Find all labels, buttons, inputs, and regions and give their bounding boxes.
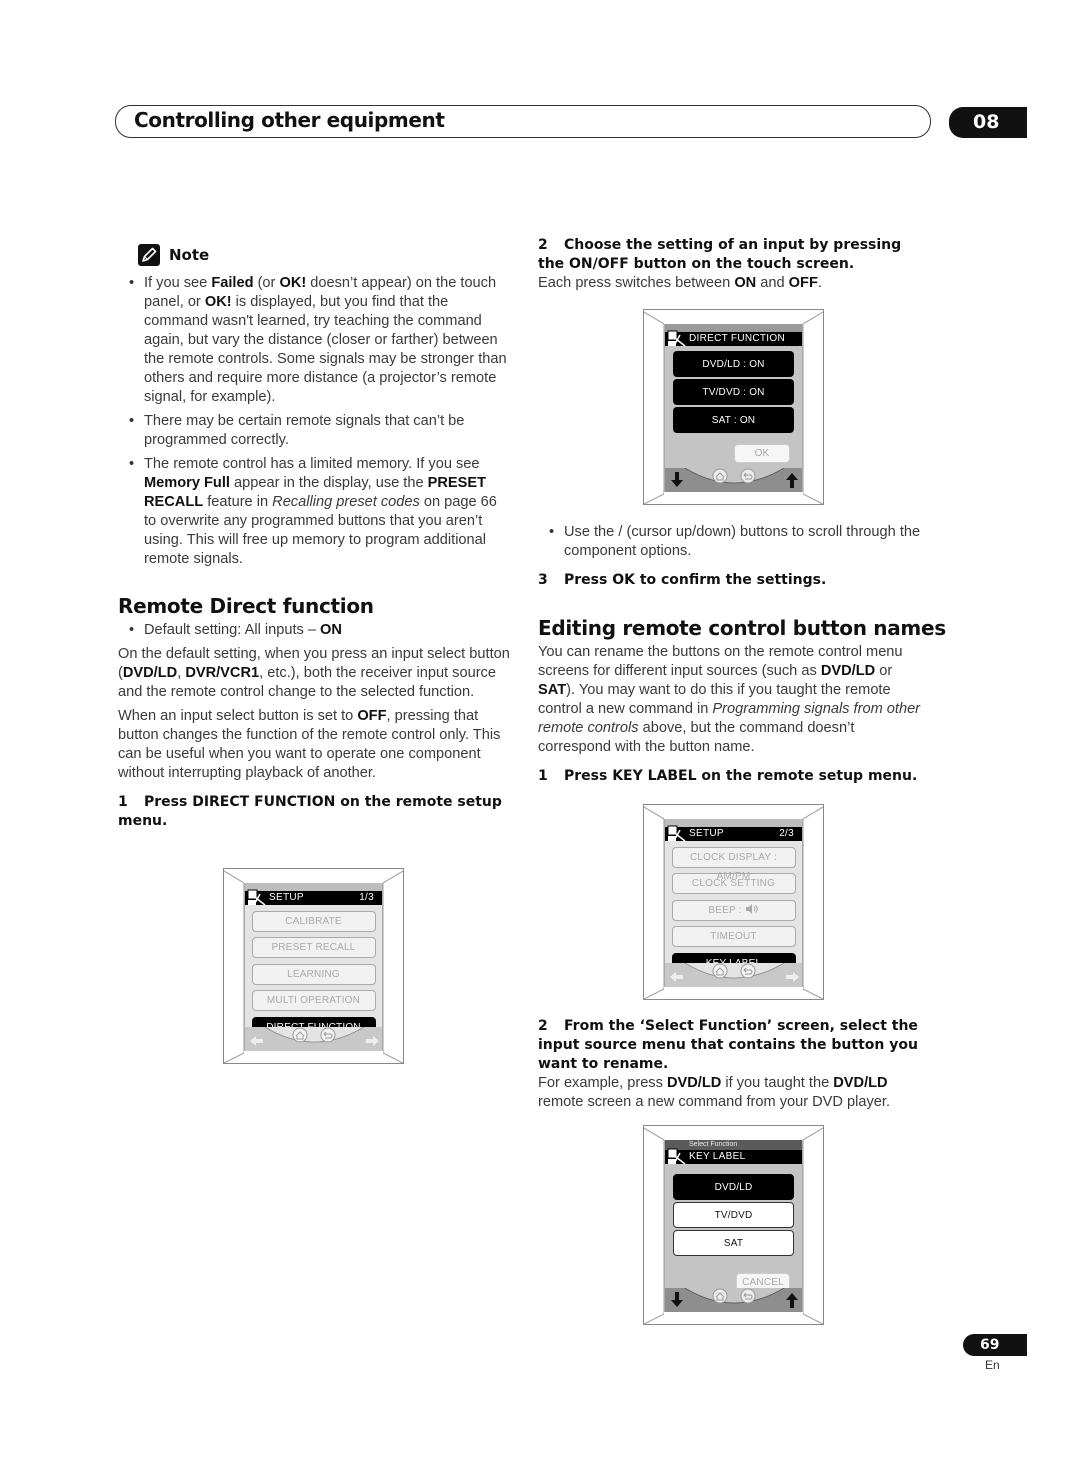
screen-button-clock-setting[interactable]: CLOCK SETTING <box>671 873 796 894</box>
note-list: If you see Failed (or OK! doesn’t appear… <box>118 274 510 569</box>
left-arrow-icon[interactable] <box>670 972 683 982</box>
note-item: There may be certain remote signals that… <box>118 412 510 450</box>
touch-screen: SETUP 2/3 CLOCK DISPLAY : AM/PMCLOCK SET… <box>664 819 803 987</box>
setup-tools-icon <box>667 1148 686 1165</box>
screen-title: SETUP <box>269 892 304 903</box>
home-icon[interactable] <box>712 1288 728 1304</box>
pencil-note-icon <box>138 244 160 266</box>
remote-screen-direct-function: DIRECT FUNCTION DVD/LD : ON TV/DVD : ON SA… <box>643 309 824 505</box>
screen-button-multi-operation[interactable]: MULTI OPERATION <box>251 990 376 1011</box>
screen-navbar <box>665 468 802 492</box>
screen-button-calibrate[interactable]: CALIBRATE <box>251 910 376 932</box>
screen-page-indicator: 2/3 <box>779 828 794 839</box>
screen-button-preset-recall[interactable]: PRESET RECALL <box>251 937 376 958</box>
setup-tools-icon <box>247 889 266 906</box>
step-1-direct-function: 1 Press DIRECT FUNCTION on the remote set… <box>118 794 502 829</box>
note-label: Note <box>169 246 210 264</box>
paragraph: You can rename the buttons on the remote… <box>538 644 921 755</box>
paragraph: When an input select button is set to OF… <box>118 708 501 781</box>
screen-titlebar: SETUP 1/3 <box>245 889 382 906</box>
touch-screen: SETUP 1/3 CALIBRATE PRESET RECALL LEARNING… <box>244 883 383 1051</box>
speaker-icon <box>742 903 759 916</box>
screen-page-indicator: 1/3 <box>359 892 374 903</box>
touch-screen: Select Function KEY LABEL DVD/LD TV/DVD SA… <box>664 1140 803 1312</box>
screen-navbar <box>665 1288 802 1312</box>
default-setting-bullet: Default setting: All inputs – ON <box>118 621 510 640</box>
screen-button-clock-display-am-pm[interactable]: CLOCK DISPLAY : AM/PM <box>671 846 796 882</box>
step-2-select-function: 2 From the ‘Select Function’ screen, sele… <box>538 1018 918 1072</box>
frame-edge <box>803 1127 823 1325</box>
paragraph: On the default setting, when you press a… <box>118 646 510 700</box>
note-heading: Note <box>138 244 209 266</box>
section-title-remote-direct: Remote Direct function <box>118 594 374 618</box>
screen-title: KEY LABEL <box>689 1151 746 1162</box>
screen-navbar <box>665 963 802 987</box>
frame-edge <box>644 806 664 1000</box>
remote-screen-setup-1: SETUP 1/3 CALIBRATE PRESET RECALL LEARNING… <box>223 868 404 1064</box>
language-code: En <box>985 1358 1000 1372</box>
step-1-key-label: 1 Press KEY LABEL on the remote setup men… <box>538 768 918 784</box>
remote-screen-setup-2: SETUP 2/3 CLOCK DISPLAY : AM/PMCLOCK SET… <box>643 804 824 1000</box>
screen-button-learning[interactable]: LEARNING <box>251 963 376 985</box>
chapter-header: Controlling other equipment <box>115 105 931 138</box>
home-icon[interactable] <box>712 468 728 484</box>
screen-button-tv-dvd-on[interactable]: TV/DVD : ON <box>673 379 794 405</box>
chapter-title: Controlling other equipment <box>134 108 445 132</box>
screen-button-timeout[interactable]: TIMEOUT <box>671 926 796 947</box>
screen-button-sat[interactable]: SAT <box>673 1230 794 1256</box>
right-arrow-icon[interactable] <box>786 972 799 982</box>
frame-edge <box>803 311 823 505</box>
note-item: If you see Failed (or OK! doesn’t appear… <box>118 274 510 407</box>
screen-button-dvd-ld-on[interactable]: DVD/LD : ON <box>673 351 794 377</box>
remote-direct-body: Default setting: All inputs – ON On the … <box>118 621 510 831</box>
step-2-choose-setting: 2 Choose the setting of an input by press… <box>538 237 902 272</box>
page-number-badge: 69 <box>963 1334 1027 1356</box>
section-title-editing: Editing remote control button names <box>538 616 946 640</box>
screen-titlebar: KEY LABEL <box>665 1148 802 1165</box>
back-icon[interactable] <box>740 468 756 484</box>
paragraph: Each press switches between ON and OFF. <box>538 275 822 291</box>
cursor-up-icon[interactable] <box>786 1293 798 1308</box>
home-icon[interactable] <box>292 1027 308 1043</box>
touch-screen: DIRECT FUNCTION DVD/LD : ON TV/DVD : ON SA… <box>664 324 803 492</box>
editing-body: You can rename the buttons on the remote… <box>538 643 930 786</box>
frame-edge <box>224 870 244 1064</box>
step-3-press-ok: 3 Press OK to confirm the settings. <box>538 572 827 588</box>
screen-button-tv-dvd[interactable]: TV/DVD <box>673 1202 794 1228</box>
frame-edge <box>644 311 664 505</box>
screen-titlebar: SETUP 2/3 <box>665 825 802 842</box>
cursor-bullet: Use the / (cursor up/down) buttons to sc… <box>538 523 930 561</box>
back-icon[interactable] <box>740 1288 756 1304</box>
cursor-down-icon[interactable] <box>671 472 683 487</box>
chapter-number-badge: 08 <box>949 107 1027 138</box>
screen-titlebar: DIRECT FUNCTION <box>665 330 802 347</box>
note-item: The remote control has a limited memory.… <box>118 455 510 569</box>
screen-button-sat-on[interactable]: SAT : ON <box>673 407 794 433</box>
paragraph: For example, press DVD/LD if you taught … <box>538 1075 891 1110</box>
remote-screen-key-label: Select Function KEY LABEL DVD/LD TV/DVD SA… <box>643 1125 824 1325</box>
screen-title: SETUP <box>689 828 724 839</box>
screen-button-beep[interactable]: BEEP : <box>671 899 796 921</box>
screen-navbar <box>245 1027 382 1051</box>
back-icon[interactable] <box>740 963 756 979</box>
cursor-and-step-3: Use the / (cursor up/down) buttons to sc… <box>538 523 930 590</box>
cursor-up-icon[interactable] <box>786 473 798 488</box>
frame-edge <box>644 1127 664 1325</box>
home-icon[interactable] <box>712 963 728 979</box>
setup-tools-icon <box>667 825 686 842</box>
cursor-down-icon[interactable] <box>671 1292 683 1307</box>
setup-tools-icon <box>667 330 686 347</box>
frame-edge <box>383 870 403 1064</box>
step-2-direct-function-block: 2 Choose the setting of an input by press… <box>538 236 930 293</box>
screen-title: DIRECT FUNCTION <box>689 333 785 344</box>
screen-button-dvd-ld[interactable]: DVD/LD <box>673 1174 794 1200</box>
frame-edge <box>803 806 823 1000</box>
back-icon[interactable] <box>320 1027 336 1043</box>
ok-button[interactable]: OK <box>734 444 790 463</box>
step-2-select-function-block: 2 From the ‘Select Function’ screen, sele… <box>538 1017 930 1112</box>
